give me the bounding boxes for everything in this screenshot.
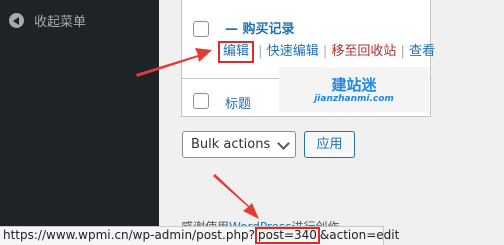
arrow-to-url-icon bbox=[213, 174, 259, 219]
annotation-arrows bbox=[136, 48, 259, 219]
arrow-to-edit-icon bbox=[136, 48, 212, 77]
